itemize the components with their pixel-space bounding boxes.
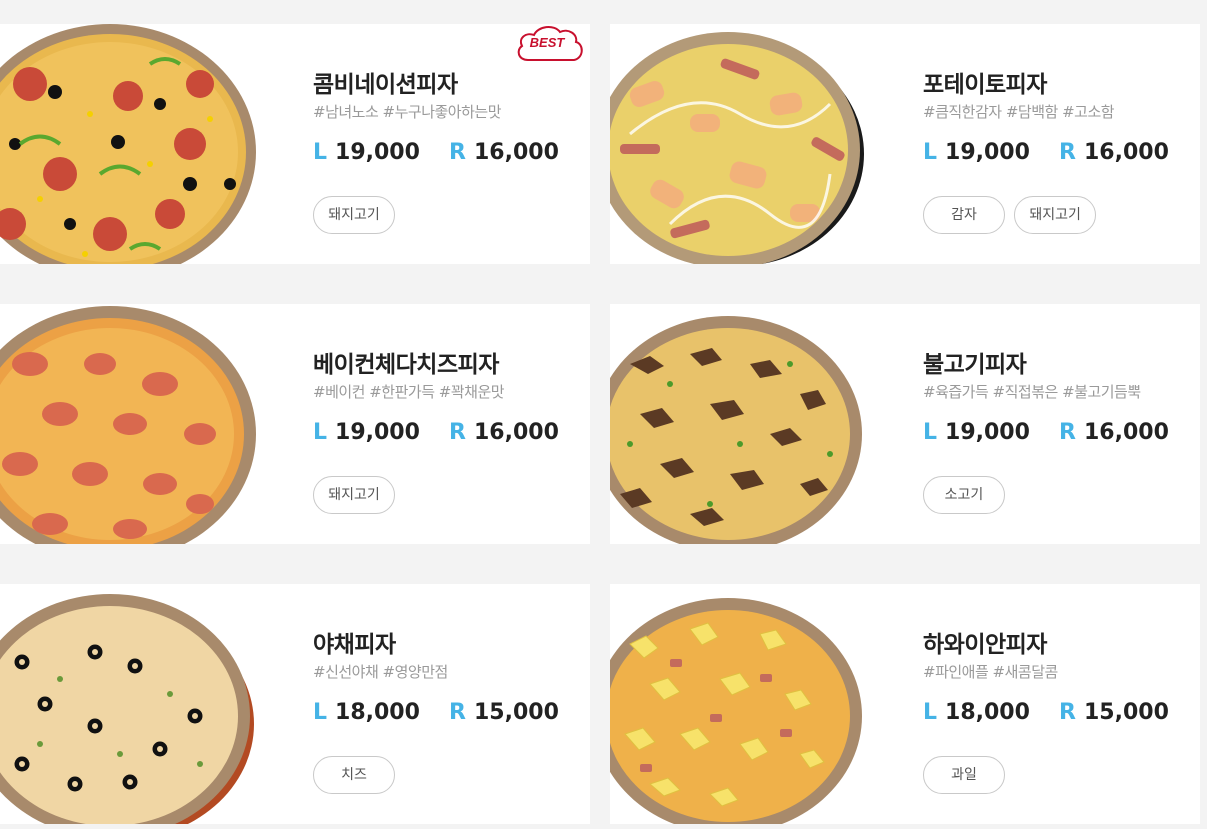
ingredient-chip-cheese[interactable]: 치즈 [313,756,395,794]
ingredient-chips: 소고기 [923,476,1193,514]
size-l-label: L [923,700,938,725]
potato-pizza-image[interactable] [610,24,910,264]
price-large: L 18,000 [923,698,1030,728]
size-l-label: L [313,700,328,725]
product-name[interactable]: 하와이안피자 [923,630,1193,660]
size-l-label: L [313,140,328,165]
size-l-label: L [923,420,938,445]
size-l-label: L [923,140,938,165]
combination-pizza-image[interactable] [0,24,300,264]
price-row: L 19,000 R 16,000 [923,418,1193,448]
price-regular-value: 15,000 [1083,700,1169,725]
ingredient-chip-fruit[interactable]: 과일 [923,756,1005,794]
price-row: L 19,000 R 16,000 [313,418,583,448]
price-large-value: 19,000 [945,420,1030,445]
ingredient-chip-pork[interactable]: 돼지고기 [313,196,395,234]
product-tags: #큼직한감자 #담백함 #고소함 [923,103,1115,121]
ingredient-chips: 돼지고기 [313,476,583,514]
price-large-value: 19,000 [945,140,1030,165]
product-card-bulgogi[interactable]: 불고기피자 #육즙가득 #직접볶은 #불고기듬뿍 L 19,000 R 16,000… [610,304,1200,544]
price-regular-value: 16,000 [473,140,559,165]
ingredient-chip-beef[interactable]: 소고기 [923,476,1005,514]
size-r-label: R [449,140,466,165]
bacon-cheddar-pizza-image[interactable] [0,304,300,544]
price-large-value: 19,000 [335,140,420,165]
ingredient-chip-potato[interactable]: 감자 [923,196,1005,234]
price-row: L 18,000 R 15,000 [313,698,583,728]
size-r-label: R [449,420,466,445]
price-regular-value: 16,000 [473,420,559,445]
ingredient-chips: 치즈 [313,756,583,794]
price-regular: R 16,000 [1059,418,1169,448]
size-l-label: L [313,420,328,445]
hawaiian-pizza-image[interactable] [610,584,910,824]
product-card-combination[interactable]: BEST 콤비네이션피자 #남녀노소 #누구나좋아하는맛 L 19,000 R 16… [0,24,590,264]
product-name[interactable]: 야채피자 [313,630,583,660]
product-tags: #신선야채 #영양만점 [313,663,448,681]
ingredient-chip-pork[interactable]: 돼지고기 [1014,196,1097,234]
price-large: L 18,000 [313,698,420,728]
product-tags: #남녀노소 #누구나좋아하는맛 [313,103,502,121]
price-regular: R 15,000 [449,698,559,728]
price-regular-value: 16,000 [1083,140,1169,165]
product-card-vegetable[interactable]: 야채피자 #신선야채 #영양만점 L 18,000 R 15,000 치즈 [0,584,590,824]
price-large: L 19,000 [313,138,420,168]
ingredient-chips: 돼지고기 [313,196,583,234]
price-row: L 19,000 R 16,000 [313,138,583,168]
price-large: L 19,000 [923,418,1030,448]
size-r-label: R [1059,420,1076,445]
ingredient-chips: 과일 [923,756,1193,794]
product-name[interactable]: 불고기피자 [923,350,1193,380]
size-r-label: R [1059,700,1076,725]
size-r-label: R [1059,140,1076,165]
product-name[interactable]: 베이컨체다치즈피자 [313,350,583,380]
product-name[interactable]: 콤비네이션피자 [313,70,583,100]
vegetable-pizza-image[interactable] [0,584,300,824]
size-r-label: R [449,700,466,725]
price-large: L 19,000 [923,138,1030,168]
product-card-hawaiian[interactable]: 하와이안피자 #파인애플 #새콤달콤 L 18,000 R 15,000 과일 [610,584,1200,824]
price-regular: R 16,000 [449,418,559,448]
price-large-value: 19,000 [335,420,420,445]
product-tags: #베이컨 #한판가득 #꽉채운맛 [313,383,505,401]
product-tags: #파인애플 #새콤달콤 [923,663,1058,681]
ingredient-chips: 감자 돼지고기 [923,196,1193,234]
price-regular: R 15,000 [1059,698,1169,728]
price-regular: R 16,000 [449,138,559,168]
price-regular: R 16,000 [1059,138,1169,168]
product-tags: #육즙가득 #직접볶은 #불고기듬뿍 [923,383,1141,401]
best-badge: BEST [514,24,586,64]
price-large-value: 18,000 [945,700,1030,725]
price-large: L 19,000 [313,418,420,448]
ingredient-chip-pork[interactable]: 돼지고기 [313,476,395,514]
product-name[interactable]: 포테이토피자 [923,70,1193,100]
price-regular-value: 15,000 [473,700,559,725]
price-regular-value: 16,000 [1083,420,1169,445]
product-card-bacon-cheddar[interactable]: 베이컨체다치즈피자 #베이컨 #한판가득 #꽉채운맛 L 19,000 R 16,0… [0,304,590,544]
price-row: L 18,000 R 15,000 [923,698,1193,728]
bulgogi-pizza-image[interactable] [610,304,910,544]
price-large-value: 18,000 [335,700,420,725]
price-row: L 19,000 R 16,000 [923,138,1193,168]
best-label: BEST [529,35,565,50]
product-card-potato[interactable]: 포테이토피자 #큼직한감자 #담백함 #고소함 L 19,000 R 16,000 … [610,24,1200,264]
